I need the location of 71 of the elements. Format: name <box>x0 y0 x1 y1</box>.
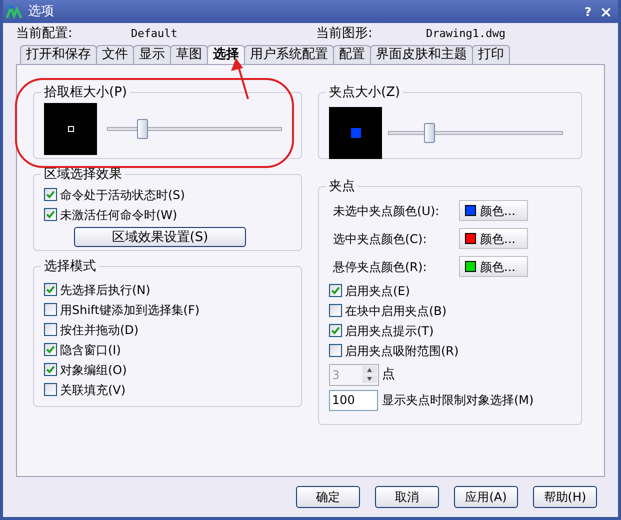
tab[interactable]: 界面皮肤和主题 <box>370 45 473 64</box>
checkbox-label: 启用夹点吸附范围(R) <box>345 342 459 360</box>
checkbox[interactable] <box>329 304 342 317</box>
check-icon <box>46 210 55 219</box>
tab[interactable]: 显示 <box>133 45 171 64</box>
checkbox-label: 未激活任何命令时(W) <box>60 206 178 224</box>
check-icon <box>46 285 55 294</box>
checkbox[interactable] <box>44 383 57 396</box>
help-button[interactable]: ? <box>579 2 597 20</box>
tab[interactable]: 选择 <box>207 45 245 64</box>
tab[interactable]: 草图 <box>170 45 208 64</box>
tab[interactable]: 打印 <box>472 45 510 64</box>
area-effect-settings-button[interactable]: 区域效果设置(S) <box>74 226 246 246</box>
grip-square-icon <box>350 128 360 138</box>
checkbox[interactable] <box>329 284 342 297</box>
profile-label: 当前配置: <box>16 25 74 44</box>
grip-color-label: 未选中夹点颜色(U): <box>333 202 440 220</box>
close-button[interactable]: × <box>597 2 615 20</box>
check-icon <box>46 190 55 199</box>
checkbox-label: 命令处于活动状态时(S) <box>60 186 185 204</box>
checkbox-label: 先选择后执行(N) <box>60 282 150 298</box>
checkbox-label: 对象编组(O) <box>60 362 127 378</box>
pickbox-square-icon <box>68 126 74 132</box>
drawing-value: Drawing1.dwg <box>426 26 506 42</box>
check-icon <box>331 286 340 295</box>
checkbox-label: 启用夹点(E) <box>345 282 410 300</box>
tab[interactable]: 配置 <box>333 45 371 64</box>
checkbox[interactable] <box>44 303 57 316</box>
dialog-button[interactable]: 应用(A) <box>454 486 518 508</box>
check-icon <box>46 365 55 374</box>
color-button[interactable]: 颜色... <box>459 228 528 249</box>
checkbox[interactable] <box>44 363 57 376</box>
checkbox-label: 用Shift键添加到选择集(F) <box>60 302 200 318</box>
checkbox-label: 隐含窗口(I) <box>60 342 121 358</box>
slider-thumb[interactable] <box>424 122 436 142</box>
app-logo-icon <box>6 4 22 20</box>
dialog-button[interactable]: 取消 <box>375 486 439 508</box>
checkbox[interactable] <box>329 324 342 337</box>
group-title: 夹点 <box>328 178 356 196</box>
checkbox[interactable] <box>44 208 57 221</box>
checkbox[interactable] <box>44 343 57 356</box>
color-button[interactable]: 颜色... <box>459 256 528 277</box>
drawing-label: 当前图形: <box>316 25 374 44</box>
profile-value: Default <box>131 26 178 42</box>
dialog-button[interactable]: 帮助(H) <box>533 486 597 508</box>
checkbox[interactable] <box>329 344 342 357</box>
group-title: 选择模式 <box>43 258 97 276</box>
check-icon <box>46 345 55 354</box>
group-title: 区域选择效果 <box>43 166 123 184</box>
group-title: 拾取框大小(P) <box>43 84 128 102</box>
checkbox-label: 关联填充(V) <box>60 382 126 398</box>
grip-color-label: 选中夹点颜色(C): <box>333 230 428 248</box>
checkbox-label: 启用夹点提示(T) <box>345 322 434 340</box>
group-title: 夹点大小(Z) <box>328 84 402 102</box>
dialog-button[interactable]: 确定 <box>296 486 360 508</box>
check-icon <box>331 326 340 335</box>
checkbox-label: 在块中启用夹点(B) <box>345 302 447 320</box>
checkbox[interactable] <box>44 188 57 201</box>
limit-label: 显示夹点时限制对象选择(M) <box>382 392 534 409</box>
grip-color-label: 悬停夹点颜色(R): <box>333 258 428 276</box>
slider-thumb[interactable] <box>136 118 148 138</box>
color-button[interactable]: 颜色... <box>459 200 528 221</box>
window-title: 选项 <box>28 2 54 21</box>
limit-input-field[interactable]: 100 <box>329 390 378 410</box>
checkbox[interactable] <box>44 283 57 296</box>
checkbox-label: 按住并拖动(D) <box>60 322 139 338</box>
tab[interactable]: 用户系统配置 <box>244 45 334 64</box>
spinner-unit: 点 <box>382 366 395 384</box>
checkbox[interactable] <box>44 323 57 336</box>
tab[interactable]: 打开和保存 <box>20 45 97 64</box>
tab[interactable]: 文件 <box>96 45 134 64</box>
